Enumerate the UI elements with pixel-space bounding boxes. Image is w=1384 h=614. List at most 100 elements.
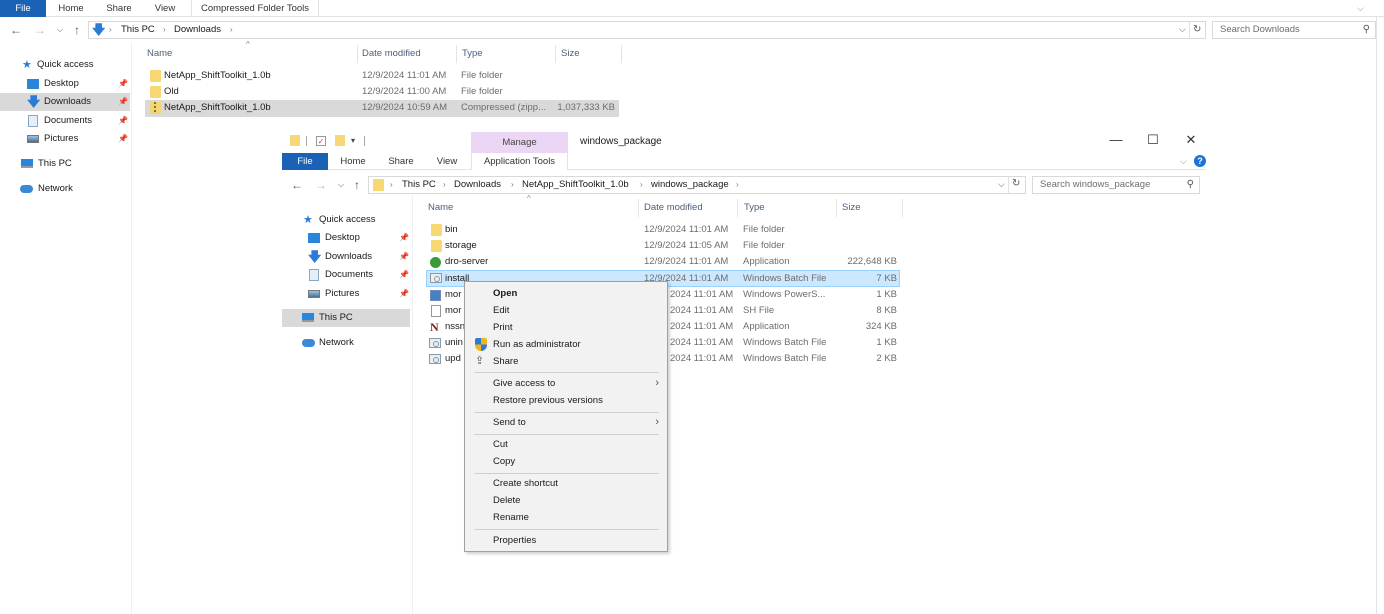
nav-downloads[interactable]: 🡇 Downloads 📌 <box>0 93 130 111</box>
menu-item-run-as-administrator[interactable]: Run as administrator <box>467 336 665 353</box>
nav-network[interactable]: Network <box>282 334 410 352</box>
pin-icon[interactable]: 📌 <box>399 285 409 303</box>
column-header-date[interactable]: Date modified <box>362 45 421 63</box>
column-separator[interactable] <box>555 45 556 63</box>
pin-icon[interactable]: 📌 <box>399 248 409 266</box>
menu-item-print[interactable]: Print <box>467 319 665 336</box>
pin-icon[interactable]: 📌 <box>118 75 128 93</box>
forward-button[interactable]: → <box>314 175 328 195</box>
nav-pictures[interactable]: Pictures 📌 <box>282 285 410 303</box>
tab-share[interactable]: Share <box>100 0 138 17</box>
nav-downloads[interactable]: 🡇 Downloads 📌 <box>282 248 410 266</box>
search-icon[interactable]: ⚲ <box>1187 177 1194 193</box>
recent-locations-button[interactable]: ⌵ <box>53 20 67 40</box>
column-separator[interactable] <box>902 199 903 217</box>
menu-item-properties[interactable]: Properties <box>467 532 665 549</box>
column-separator[interactable] <box>836 199 837 217</box>
menu-item-open[interactable]: Open <box>467 285 665 302</box>
column-header-type[interactable]: Type <box>744 199 765 217</box>
nav-this-pc[interactable]: This PC <box>282 309 410 327</box>
nav-quick-access[interactable]: ★ Quick access <box>0 56 130 74</box>
file-row[interactable]: Old 12/9/2024 11:00 AM File folder <box>145 84 619 100</box>
file-row[interactable]: storage 12/9/2024 11:05 AM File folder <box>426 238 900 254</box>
help-icon[interactable]: ? <box>1194 155 1206 167</box>
minimize-button[interactable]: — <box>1106 132 1126 147</box>
menu-item-share[interactable]: ⇪ Share <box>467 353 665 370</box>
search-input[interactable]: Search windows_package ⚲ <box>1032 176 1200 194</box>
ribbon-expand-icon[interactable]: ⌵ <box>1180 156 1187 167</box>
maximize-button[interactable]: ☐ <box>1143 132 1163 148</box>
pane-divider[interactable] <box>131 42 132 614</box>
file-row[interactable]: dro-server 12/9/2024 11:01 AM Applicatio… <box>426 254 900 270</box>
new-folder-icon[interactable] <box>335 135 345 146</box>
up-button[interactable]: ↑ <box>70 20 84 40</box>
menu-item-send-to[interactable]: Send to › <box>467 414 665 431</box>
column-header-type[interactable]: Type <box>462 45 483 63</box>
column-separator[interactable] <box>621 45 622 63</box>
pane-divider[interactable] <box>412 196 413 614</box>
menu-item-restore-previous-versions[interactable]: Restore previous versions <box>467 392 665 409</box>
breadcrumb-windows-package[interactable]: windows_package <box>651 177 729 193</box>
menu-item-create-shortcut[interactable]: Create shortcut <box>467 475 665 492</box>
column-header-size[interactable]: Size <box>561 45 579 63</box>
tab-file[interactable]: File <box>0 0 46 17</box>
nav-desktop[interactable]: Desktop 📌 <box>282 229 410 247</box>
refresh-icon[interactable]: ↻ <box>1012 178 1020 189</box>
breadcrumb-downloads[interactable]: Downloads <box>174 22 221 38</box>
tab-compressed-folder-tools[interactable]: Compressed Folder Tools <box>191 0 319 17</box>
column-separator[interactable] <box>638 199 639 217</box>
nav-documents[interactable]: Documents 📌 <box>0 112 130 130</box>
back-button[interactable]: ← <box>290 175 304 195</box>
nav-network[interactable]: Network <box>0 180 130 198</box>
file-row-selected[interactable]: NetApp_ShiftToolkit_1.0b 12/9/2024 10:59… <box>145 100 619 117</box>
ribbon-expand-icon[interactable]: ⌵ <box>1357 3 1364 14</box>
tab-home[interactable]: Home <box>334 153 372 170</box>
breadcrumb-this-pc[interactable]: This PC <box>402 177 436 193</box>
up-button[interactable]: ↑ <box>350 175 364 195</box>
recent-locations-button[interactable]: ⌵ <box>334 175 348 195</box>
column-separator[interactable] <box>357 45 358 63</box>
menu-item-edit[interactable]: Edit <box>467 302 665 319</box>
address-dropdown-icon[interactable]: ⌵ <box>998 179 1005 190</box>
breadcrumb-netapp-shifttoolkit[interactable]: NetApp_ShiftToolkit_1.0b <box>522 177 629 193</box>
menu-item-rename[interactable]: Rename <box>467 509 665 526</box>
nav-this-pc[interactable]: This PC <box>0 155 130 173</box>
nav-quick-access[interactable]: ★ Quick access <box>282 211 410 229</box>
forward-button[interactable]: → <box>33 20 47 40</box>
column-header-date[interactable]: Date modified <box>644 199 703 217</box>
pin-icon[interactable]: 📌 <box>399 266 409 284</box>
pin-icon[interactable]: 📌 <box>118 130 128 148</box>
search-input[interactable]: Search Downloads ⚲ <box>1212 21 1376 39</box>
column-header-size[interactable]: Size <box>842 199 860 217</box>
menu-item-delete[interactable]: Delete <box>467 492 665 509</box>
nav-documents[interactable]: Documents 📌 <box>282 266 410 284</box>
customize-toolbar-icon[interactable]: ▾ <box>351 136 355 145</box>
tab-application-tools[interactable]: Application Tools <box>471 153 568 170</box>
breadcrumb-downloads[interactable]: Downloads <box>454 177 501 193</box>
tab-file[interactable]: File <box>282 153 328 170</box>
close-button[interactable]: ✕ <box>1181 132 1201 148</box>
back-button[interactable]: ← <box>9 20 23 40</box>
menu-item-give-access-to[interactable]: Give access to › <box>467 375 665 392</box>
pin-icon[interactable]: 📌 <box>118 112 128 130</box>
menu-item-copy[interactable]: Copy <box>467 453 665 470</box>
address-bar[interactable]: 🡇 › This PC › Downloads › ⌵ ↻ <box>88 21 1206 39</box>
properties-icon[interactable]: ✓ <box>316 136 326 146</box>
column-separator[interactable] <box>456 45 457 63</box>
address-bar[interactable]: › This PC › Downloads › NetApp_ShiftTool… <box>368 176 1026 194</box>
folder-icon[interactable] <box>290 135 300 146</box>
file-row[interactable]: NetApp_ShiftToolkit_1.0b 12/9/2024 11:01… <box>145 68 619 84</box>
breadcrumb-this-pc[interactable]: This PC <box>121 22 155 38</box>
tab-view[interactable]: View <box>428 153 466 170</box>
column-header-name[interactable]: Name <box>428 199 453 217</box>
tab-home[interactable]: Home <box>52 0 90 17</box>
column-separator[interactable] <box>737 199 738 217</box>
tab-view[interactable]: View <box>146 0 184 17</box>
refresh-icon[interactable]: ↻ <box>1193 24 1201 35</box>
nav-desktop[interactable]: Desktop 📌 <box>0 75 130 93</box>
tab-share[interactable]: Share <box>382 153 420 170</box>
pin-icon[interactable]: 📌 <box>399 229 409 247</box>
menu-item-cut[interactable]: Cut <box>467 436 665 453</box>
search-icon[interactable]: ⚲ <box>1363 22 1370 38</box>
column-header-name[interactable]: Name <box>147 45 172 63</box>
